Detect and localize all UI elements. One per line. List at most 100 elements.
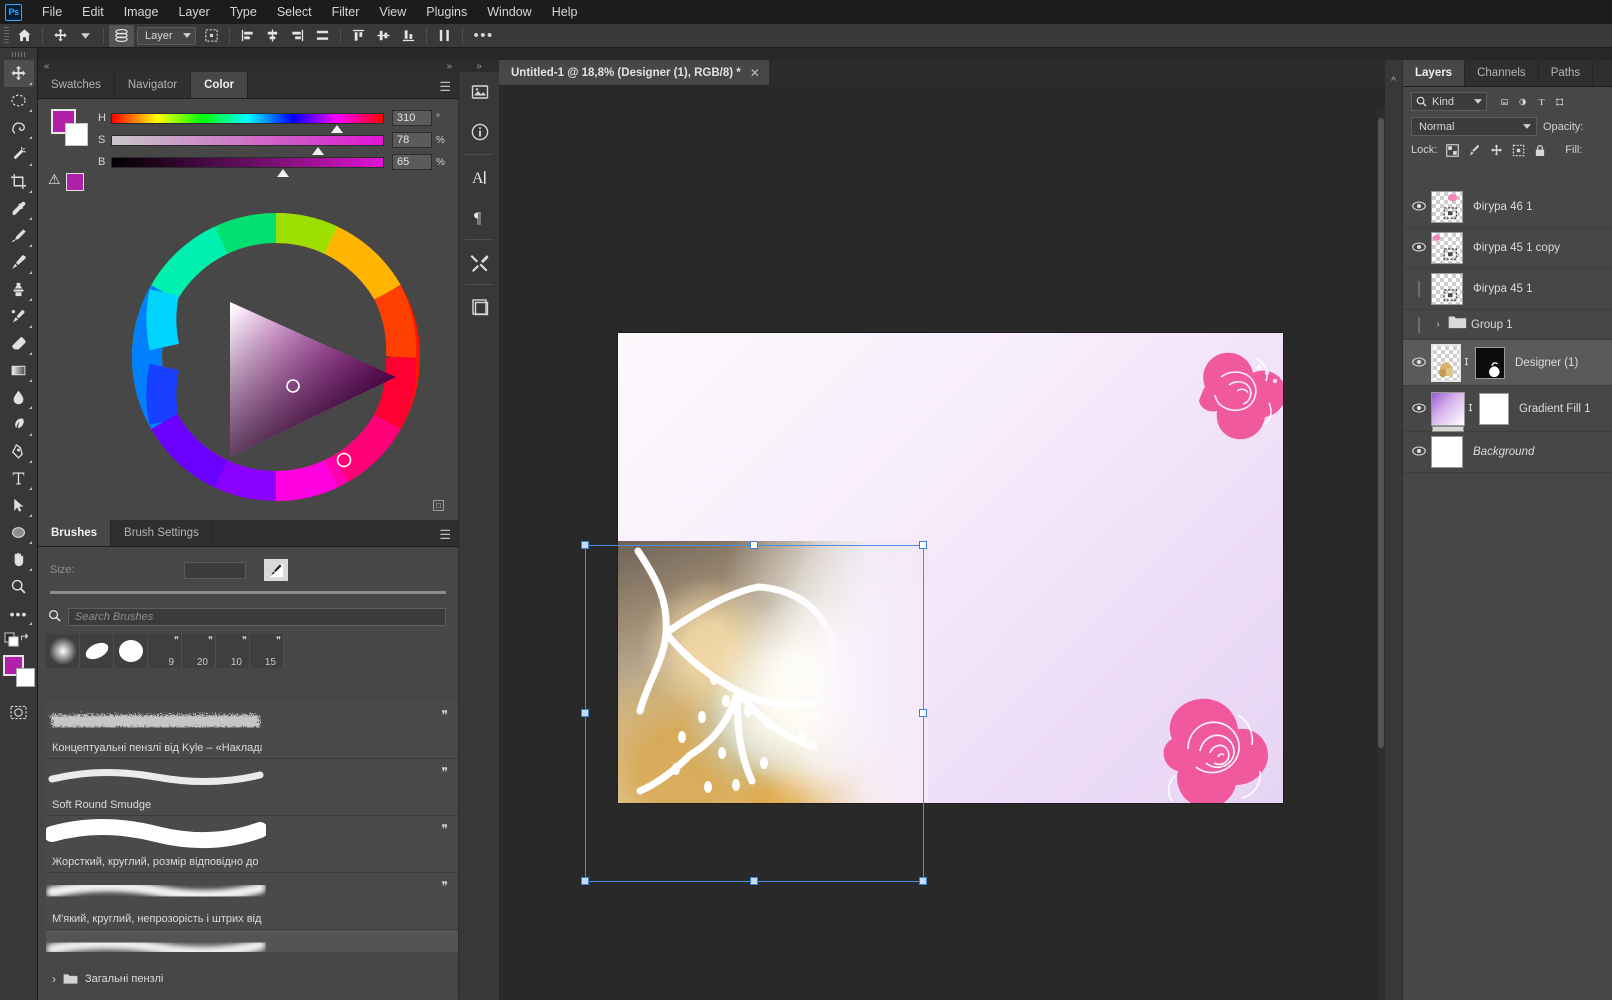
blur-tool[interactable] xyxy=(4,384,34,411)
gradient-tool[interactable] xyxy=(4,357,34,384)
rectangle-tool[interactable] xyxy=(4,519,34,546)
lock-image-pixels-icon[interactable] xyxy=(1468,144,1481,157)
layer-visibility-toggle[interactable] xyxy=(1407,281,1431,297)
brush-size-slider[interactable] xyxy=(50,591,446,594)
layer-visibility-toggle[interactable] xyxy=(1407,445,1431,459)
layer-thumbnail[interactable] xyxy=(1431,273,1463,305)
list-item[interactable]: ❞ Soft Round Smudge xyxy=(46,759,458,816)
layer-kind-dropdown[interactable]: Kind xyxy=(1411,92,1487,111)
spot-healing-brush-tool[interactable] xyxy=(4,222,34,249)
table-row[interactable]: Фігура 45 1 xyxy=(1403,269,1612,310)
layer-thumbnail[interactable] xyxy=(1431,343,1461,382)
align-left-icon[interactable] xyxy=(235,25,260,47)
layer-visibility-toggle[interactable] xyxy=(1407,200,1431,214)
table-row[interactable]: Фігура 46 1 xyxy=(1403,187,1612,228)
lasso-tool[interactable] xyxy=(4,114,34,141)
selection-handle-bottom-left[interactable] xyxy=(581,877,589,885)
color-panel-background-swatch[interactable] xyxy=(65,123,88,146)
menu-filter[interactable]: Filter xyxy=(322,2,370,22)
brush-preset-10[interactable]: ❞ 10 xyxy=(216,634,250,668)
history-brush-tool[interactable] xyxy=(4,303,34,330)
saturation-slider-track[interactable] xyxy=(111,134,384,155)
magic-wand-tool[interactable] xyxy=(4,141,34,168)
libraries-icon[interactable] xyxy=(459,72,500,112)
layer-visibility-toggle[interactable] xyxy=(1407,316,1431,333)
move-tool-options-chevron-down-icon[interactable] xyxy=(73,25,98,47)
move-tool-icon[interactable] xyxy=(48,25,73,47)
move-tool[interactable] xyxy=(3,60,34,87)
brush-preset-round[interactable] xyxy=(114,634,148,668)
transform-controls-icon[interactable] xyxy=(199,25,224,47)
menu-layer[interactable]: Layer xyxy=(168,2,219,22)
canvas-scrollbar-thumb[interactable] xyxy=(1378,118,1384,748)
hue-slider-thumb[interactable] xyxy=(330,124,343,133)
dodge-tool[interactable] xyxy=(4,411,34,438)
saturation-slider-thumb[interactable] xyxy=(311,146,324,155)
brightness-value-field[interactable]: 65 xyxy=(392,154,432,170)
color-wheel[interactable] xyxy=(126,207,426,507)
selection-handle-bottom-right[interactable] xyxy=(919,877,927,885)
tool-presets-icon[interactable] xyxy=(459,242,500,282)
in-gamut-color-swatch[interactable] xyxy=(66,173,84,191)
align-middle-vertical-icon[interactable] xyxy=(371,25,396,47)
layer-visibility-toggle[interactable] xyxy=(1407,402,1431,416)
selection-handle-top-right[interactable] xyxy=(919,541,927,549)
tab-brushes[interactable]: Brushes xyxy=(38,520,112,546)
brush-preset-soft-round[interactable] xyxy=(46,634,80,668)
brush-preset-oval[interactable] xyxy=(80,634,114,668)
lock-artboard-icon[interactable] xyxy=(1512,144,1525,157)
pen-tool[interactable] xyxy=(4,438,34,465)
eyedropper-tool[interactable] xyxy=(4,195,34,222)
type-tool[interactable] xyxy=(4,465,34,492)
brush-preset-20[interactable]: ❞ 20 xyxy=(182,634,216,668)
brush-preview-icon[interactable] xyxy=(264,559,288,581)
menu-help[interactable]: Help xyxy=(542,2,588,22)
tab-swatches[interactable]: Swatches xyxy=(38,72,115,98)
edit-toolbar-button[interactable]: ••• xyxy=(4,600,34,627)
hue-slider-track[interactable] xyxy=(111,112,384,133)
auto-select-icon[interactable] xyxy=(109,24,134,47)
selection-handle-top-left[interactable] xyxy=(581,541,589,549)
info-icon[interactable] xyxy=(459,112,500,152)
pixel-filter-icon[interactable] xyxy=(1501,95,1509,109)
brush-size-field[interactable] xyxy=(184,561,246,579)
document-tab[interactable]: Untitled-1 @ 18,8% (Designer (1), RGB/8)… xyxy=(499,60,770,85)
auto-select-scope-dropdown[interactable]: Layer xyxy=(137,26,196,45)
table-row[interactable]: Фігура 45 1 copy xyxy=(1403,228,1612,269)
selection-handle-top-center[interactable] xyxy=(750,541,758,549)
table-row[interactable]: › Group 1 xyxy=(1403,310,1612,340)
align-bottom-icon[interactable] xyxy=(396,25,421,47)
menu-image[interactable]: Image xyxy=(114,2,169,22)
type-filter-icon[interactable] xyxy=(1538,95,1545,109)
menu-select[interactable]: Select xyxy=(267,2,322,22)
align-center-horizontal-icon[interactable] xyxy=(260,25,285,47)
collapse-left-dock-icon[interactable]: « xyxy=(44,61,50,72)
options-bar-grip[interactable] xyxy=(4,27,9,44)
menu-window[interactable]: Window xyxy=(477,2,541,22)
tab-paths[interactable]: Paths xyxy=(1539,60,1594,86)
lock-transparent-pixels-icon[interactable] xyxy=(1446,143,1460,157)
layer-thumbnail[interactable] xyxy=(1431,232,1463,264)
default-colors-icon[interactable] xyxy=(4,627,34,651)
tab-channels[interactable]: Channels xyxy=(1465,60,1539,86)
quick-mask-icon[interactable] xyxy=(4,699,34,726)
table-row[interactable]: Background xyxy=(1403,432,1612,473)
collapse-right-dock-icon[interactable]: ^ xyxy=(1385,60,1403,1000)
brush-preset-9[interactable]: ❞ 9 xyxy=(148,634,182,668)
table-row[interactable]: Gradient Fill 1 xyxy=(1403,386,1612,432)
canvas-viewport[interactable] xyxy=(499,85,1385,1000)
list-item[interactable]: ❞ Концептуальні пензлі від Kyle – «Накла… xyxy=(46,702,458,759)
panel-menu-icon[interactable]: ☰ xyxy=(439,79,451,95)
layer-mask-thumbnail[interactable] xyxy=(1475,346,1505,379)
clone-stamp-tool[interactable] xyxy=(4,276,34,303)
eraser-tool[interactable] xyxy=(4,330,34,357)
layer-mask-link-icon[interactable] xyxy=(1461,355,1472,371)
chevron-right-icon[interactable]: › xyxy=(1431,319,1445,330)
paragraph-icon[interactable]: ¶ xyxy=(459,197,500,237)
brush-folder-item[interactable]: › Загальні пензлі xyxy=(46,966,458,992)
menu-view[interactable]: View xyxy=(369,2,416,22)
align-right-icon[interactable] xyxy=(285,25,310,47)
menu-plugins[interactable]: Plugins xyxy=(416,2,477,22)
tab-layers[interactable]: Layers xyxy=(1403,60,1466,86)
lock-position-icon[interactable] xyxy=(1490,144,1503,157)
